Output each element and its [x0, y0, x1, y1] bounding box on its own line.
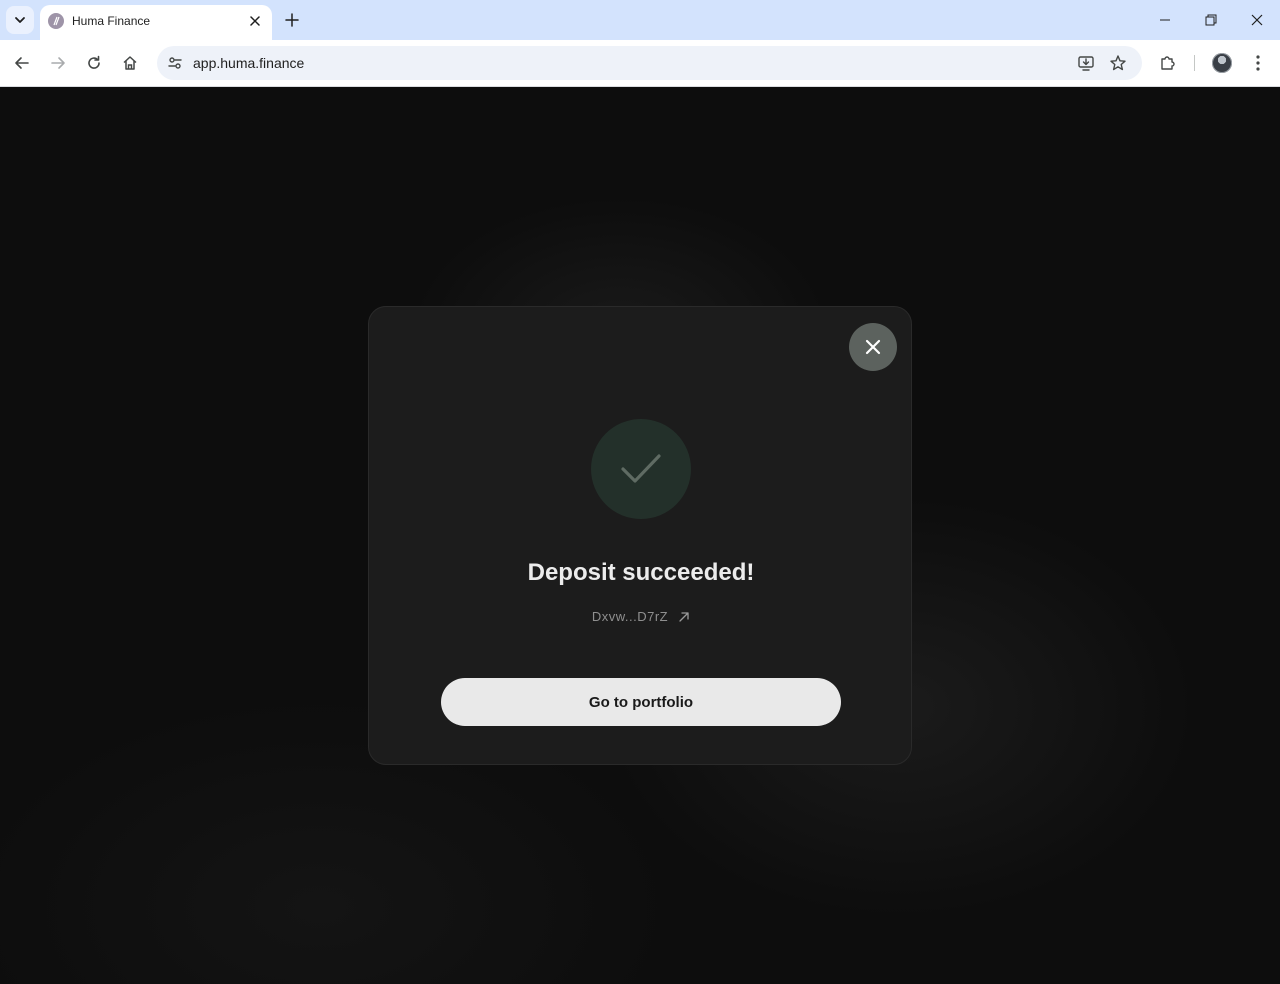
reload-icon — [88, 55, 100, 69]
chevron-down-icon — [15, 17, 25, 23]
puzzle-icon — [1161, 56, 1175, 70]
deposit-success-modal: Deposit succeeded! Dxvw...D7rZ Go to por… — [368, 306, 912, 765]
install-app-icon — [1078, 56, 1094, 71]
external-link-arrow-icon[interactable] — [678, 611, 690, 623]
new-tab-button[interactable] — [280, 6, 304, 34]
window-restore-button[interactable] — [1188, 0, 1234, 40]
install-app-button[interactable] — [1074, 51, 1098, 75]
go-to-portfolio-button[interactable]: Go to portfolio — [441, 678, 841, 726]
close-icon — [250, 16, 260, 26]
extensions-button[interactable] — [1154, 49, 1182, 77]
tune-icon — [168, 57, 182, 69]
forward-button[interactable] — [44, 49, 72, 77]
profile-avatar[interactable] — [1212, 53, 1232, 73]
toolbar-divider — [1194, 55, 1195, 71]
close-icon — [1251, 14, 1263, 26]
transaction-link[interactable]: Dxvw...D7rZ — [369, 609, 913, 624]
transaction-id[interactable]: Dxvw...D7rZ — [592, 609, 668, 624]
home-icon — [123, 56, 137, 70]
huma-favicon-icon — [48, 13, 64, 29]
url-text[interactable]: app.huma.finance — [193, 55, 304, 71]
tab-search-button[interactable] — [6, 6, 34, 34]
star-icon — [1110, 55, 1126, 71]
success-badge — [591, 419, 691, 519]
checkmark-icon — [621, 454, 661, 483]
reload-button[interactable] — [80, 49, 108, 77]
tab-title: Huma Finance — [72, 14, 151, 28]
arrow-left-icon — [15, 57, 29, 69]
address-bar[interactable]: app.huma.finance — [157, 46, 1142, 80]
bookmark-button[interactable] — [1106, 51, 1130, 75]
back-button[interactable] — [8, 49, 36, 77]
plus-icon — [285, 13, 299, 27]
window-minimize-button[interactable] — [1142, 0, 1188, 40]
modal-close-button[interactable] — [849, 323, 897, 371]
browser-tab-strip: Huma Finance — [0, 0, 1280, 40]
minimize-icon — [1160, 19, 1170, 21]
browser-tab-active[interactable]: Huma Finance — [40, 5, 272, 40]
restore-icon — [1205, 14, 1217, 26]
site-info-button[interactable] — [163, 51, 187, 75]
more-vert-icon — [1256, 55, 1260, 71]
chrome-menu-button[interactable] — [1244, 49, 1272, 77]
close-icon — [865, 339, 881, 355]
home-button[interactable] — [116, 49, 144, 77]
tab-close-button[interactable] — [246, 12, 264, 30]
browser-toolbar: app.huma.finance — [0, 40, 1280, 87]
window-close-button[interactable] — [1234, 0, 1280, 40]
modal-title: Deposit succeeded! — [527, 559, 755, 586]
arrow-right-icon — [51, 57, 65, 69]
